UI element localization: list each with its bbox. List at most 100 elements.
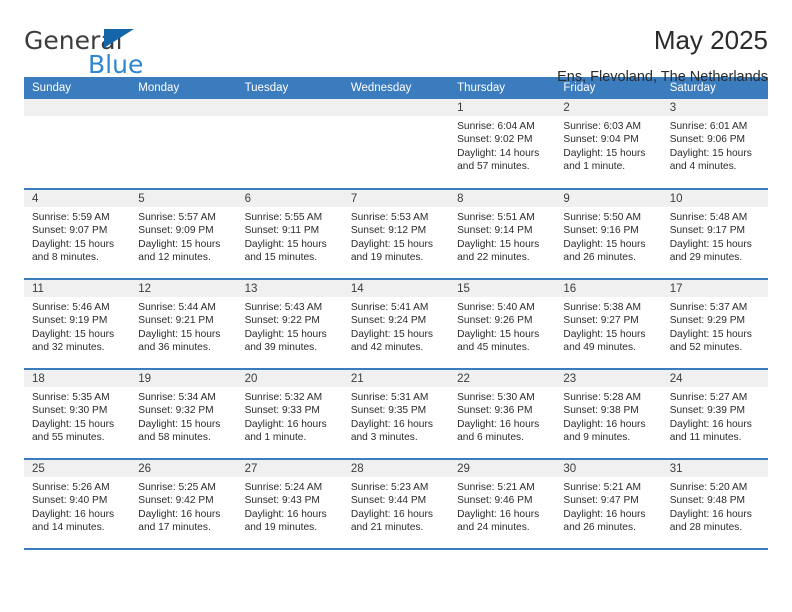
calendar-cell-day[interactable]: 19 Sunrise: 5:34 AM Sunset: 9:32 PM Dayligh… bbox=[130, 369, 237, 460]
calendar-cell-empty bbox=[236, 99, 343, 190]
daylight-text: Daylight: 15 hours and 36 minutes. bbox=[138, 328, 221, 353]
sunrise-text: Sunrise: 5:51 AM bbox=[457, 212, 535, 223]
calendar-cell-day[interactable]: 28 Sunrise: 5:23 AM Sunset: 9:44 PM Dayligh… bbox=[342, 459, 450, 550]
calendar-cell-day[interactable]: 31 Sunrise: 5:20 AM Sunset: 9:48 PM Dayligh… bbox=[661, 459, 768, 550]
sunrise-text: Sunrise: 5:46 AM bbox=[32, 302, 110, 313]
day-details: Sunrise: 5:23 AM Sunset: 9:44 PM Daylight:… bbox=[343, 477, 449, 534]
day-number: 29 bbox=[449, 460, 556, 477]
day-number: 13 bbox=[236, 280, 343, 297]
sunset-text: Sunset: 9:42 PM bbox=[138, 495, 214, 507]
sunrise-text: Sunrise: 5:37 AM bbox=[669, 302, 748, 313]
daylight-text: Daylight: 15 hours and 4 minutes. bbox=[669, 147, 752, 172]
daylight-text: Daylight: 15 hours and 22 minutes. bbox=[457, 238, 540, 263]
sunset-text: Sunset: 9:04 PM bbox=[563, 134, 639, 146]
calendar-cell-inner: 26 Sunrise: 5:25 AM Sunset: 9:42 PM Dayligh… bbox=[130, 460, 237, 548]
calendar-cell-inner: 3 Sunrise: 6:01 AM Sunset: 9:06 PM Daylight… bbox=[661, 99, 768, 188]
daylight-text: Daylight: 16 hours and 6 minutes. bbox=[457, 418, 540, 443]
day-number: 30 bbox=[555, 460, 662, 477]
calendar-cell-inner: 1 Sunrise: 6:04 AM Sunset: 9:02 PM Daylight… bbox=[449, 99, 556, 188]
sunset-text: Sunset: 9:47 PM bbox=[563, 495, 639, 507]
sunrise-text: Sunrise: 5:57 AM bbox=[138, 212, 216, 223]
calendar-cell-day[interactable]: 6 Sunrise: 5:55 AM Sunset: 9:11 PM Daylight… bbox=[236, 189, 343, 280]
calendar-cell-day[interactable]: 9 Sunrise: 5:50 AM Sunset: 9:16 PM Daylight… bbox=[555, 189, 662, 280]
day-details: Sunrise: 5:34 AM Sunset: 9:32 PM Daylight:… bbox=[130, 387, 236, 444]
weekday-header-thursday: Thursday bbox=[449, 77, 556, 99]
sunset-text: Sunset: 9:48 PM bbox=[669, 495, 746, 507]
sunrise-text: Sunrise: 5:59 AM bbox=[32, 212, 110, 223]
calendar-cell-day[interactable]: 5 Sunrise: 5:57 AM Sunset: 9:09 PM Daylight… bbox=[130, 189, 237, 280]
calendar-cell-inner: 7 Sunrise: 5:53 AM Sunset: 9:12 PM Daylight… bbox=[342, 190, 450, 278]
calendar-cell-day[interactable]: 2 Sunrise: 6:03 AM Sunset: 9:04 PM Daylight… bbox=[555, 99, 662, 190]
calendar-cell-day[interactable]: 20 Sunrise: 5:32 AM Sunset: 9:33 PM Dayligh… bbox=[236, 369, 343, 460]
sunset-text: Sunset: 9:06 PM bbox=[669, 134, 746, 146]
calendar-cell-day[interactable]: 18 Sunrise: 5:35 AM Sunset: 9:30 PM Dayligh… bbox=[24, 369, 131, 460]
calendar-cell-inner: 18 Sunrise: 5:35 AM Sunset: 9:30 PM Dayligh… bbox=[24, 370, 131, 458]
sunset-text: Sunset: 9:22 PM bbox=[244, 315, 320, 327]
sunset-text: Sunset: 9:38 PM bbox=[563, 405, 639, 417]
day-number: 1 bbox=[449, 99, 556, 116]
sunrise-text: Sunrise: 5:40 AM bbox=[457, 302, 535, 313]
day-details: Sunrise: 6:04 AM Sunset: 9:02 PM Daylight:… bbox=[449, 116, 555, 173]
calendar-cell-day[interactable]: 4 Sunrise: 5:59 AM Sunset: 9:07 PM Daylight… bbox=[24, 189, 131, 280]
daylight-text: Daylight: 16 hours and 24 minutes. bbox=[457, 508, 540, 533]
day-number: 14 bbox=[342, 280, 450, 297]
calendar-cell-day[interactable]: 7 Sunrise: 5:53 AM Sunset: 9:12 PM Daylight… bbox=[342, 189, 450, 280]
sunrise-text: Sunrise: 5:34 AM bbox=[138, 392, 216, 403]
calendar-cell-day[interactable]: 1 Sunrise: 6:04 AM Sunset: 9:02 PM Daylight… bbox=[449, 99, 556, 190]
calendar-cell-inner: 17 Sunrise: 5:37 AM Sunset: 9:29 PM Dayligh… bbox=[661, 280, 768, 368]
calendar-cell-day[interactable]: 14 Sunrise: 5:41 AM Sunset: 9:24 PM Dayligh… bbox=[342, 279, 450, 370]
day-number: 23 bbox=[555, 370, 662, 387]
daylight-text: Daylight: 16 hours and 3 minutes. bbox=[350, 418, 433, 443]
title-block: May 2025 Ens, Flevoland, The Netherlands bbox=[557, 25, 768, 85]
calendar-cell-day[interactable]: 30 Sunrise: 5:21 AM Sunset: 9:47 PM Dayligh… bbox=[555, 459, 662, 550]
day-number: 9 bbox=[555, 190, 662, 207]
calendar-cell-inner: 4 Sunrise: 5:59 AM Sunset: 9:07 PM Daylight… bbox=[24, 190, 131, 278]
sunset-text: Sunset: 9:44 PM bbox=[350, 495, 427, 507]
calendar-cell-day[interactable]: 10 Sunrise: 5:48 AM Sunset: 9:17 PM Dayligh… bbox=[661, 189, 768, 280]
day-details: Sunrise: 5:43 AM Sunset: 9:22 PM Daylight:… bbox=[237, 297, 343, 354]
daylight-text: Daylight: 15 hours and 45 minutes. bbox=[457, 328, 540, 353]
day-details: Sunrise: 5:38 AM Sunset: 9:27 PM Daylight:… bbox=[555, 297, 661, 354]
calendar-cell-day[interactable]: 26 Sunrise: 5:25 AM Sunset: 9:42 PM Dayligh… bbox=[130, 459, 237, 550]
calendar-cell-day[interactable]: 15 Sunrise: 5:40 AM Sunset: 9:26 PM Dayligh… bbox=[449, 279, 556, 370]
sunrise-text: Sunrise: 6:04 AM bbox=[457, 121, 535, 132]
calendar-cell-day[interactable]: 11 Sunrise: 5:46 AM Sunset: 9:19 PM Dayligh… bbox=[24, 279, 131, 370]
calendar-cell-inner: 2 Sunrise: 6:03 AM Sunset: 9:04 PM Daylight… bbox=[555, 99, 662, 188]
day-details: Sunrise: 5:51 AM Sunset: 9:14 PM Daylight:… bbox=[449, 207, 555, 264]
day-number: 18 bbox=[24, 370, 131, 387]
brand-logo[interactable]: General Blue bbox=[24, 26, 194, 82]
sunset-text: Sunset: 9:02 PM bbox=[457, 134, 533, 146]
day-details: Sunrise: 5:57 AM Sunset: 9:09 PM Daylight:… bbox=[130, 207, 236, 264]
calendar-cell-day[interactable]: 23 Sunrise: 5:28 AM Sunset: 9:38 PM Dayligh… bbox=[555, 369, 662, 460]
calendar-cell-day[interactable]: 17 Sunrise: 5:37 AM Sunset: 9:29 PM Dayligh… bbox=[661, 279, 768, 370]
day-details: Sunrise: 5:20 AM Sunset: 9:48 PM Daylight:… bbox=[662, 477, 768, 534]
daylight-text: Daylight: 15 hours and 15 minutes. bbox=[244, 238, 327, 263]
calendar-cell-day[interactable]: 25 Sunrise: 5:26 AM Sunset: 9:40 PM Dayligh… bbox=[24, 459, 131, 550]
day-number: 22 bbox=[449, 370, 556, 387]
sunset-text: Sunset: 9:17 PM bbox=[669, 225, 746, 237]
calendar-cell-day[interactable]: 8 Sunrise: 5:51 AM Sunset: 9:14 PM Daylight… bbox=[449, 189, 556, 280]
sunset-text: Sunset: 9:14 PM bbox=[457, 225, 533, 237]
calendar-cell-day[interactable]: 16 Sunrise: 5:38 AM Sunset: 9:27 PM Dayligh… bbox=[555, 279, 662, 370]
day-number: 7 bbox=[342, 190, 450, 207]
calendar-cell-day[interactable]: 24 Sunrise: 5:27 AM Sunset: 9:39 PM Dayligh… bbox=[661, 369, 768, 460]
sunset-text: Sunset: 9:35 PM bbox=[350, 405, 427, 417]
daylight-text: Daylight: 15 hours and 1 minute. bbox=[563, 147, 646, 172]
calendar-cell-inner: 10 Sunrise: 5:48 AM Sunset: 9:17 PM Dayligh… bbox=[661, 190, 768, 278]
calendar-cell-day[interactable]: 27 Sunrise: 5:24 AM Sunset: 9:43 PM Dayligh… bbox=[236, 459, 343, 550]
daylight-text: Daylight: 15 hours and 29 minutes. bbox=[669, 238, 752, 263]
calendar-cell-inner: 30 Sunrise: 5:21 AM Sunset: 9:47 PM Dayligh… bbox=[555, 460, 662, 548]
calendar-cell-day[interactable]: 12 Sunrise: 5:44 AM Sunset: 9:21 PM Dayligh… bbox=[130, 279, 237, 370]
day-details: Sunrise: 5:44 AM Sunset: 9:21 PM Daylight:… bbox=[130, 297, 236, 354]
calendar-cell-day[interactable]: 3 Sunrise: 6:01 AM Sunset: 9:06 PM Daylight… bbox=[661, 99, 768, 190]
daylight-text: Daylight: 16 hours and 19 minutes. bbox=[244, 508, 327, 533]
calendar-cell-day[interactable]: 13 Sunrise: 5:43 AM Sunset: 9:22 PM Dayligh… bbox=[236, 279, 343, 370]
calendar-cell-day[interactable]: 21 Sunrise: 5:31 AM Sunset: 9:35 PM Dayligh… bbox=[342, 369, 450, 460]
calendar-cell-day[interactable]: 22 Sunrise: 5:30 AM Sunset: 9:36 PM Dayligh… bbox=[449, 369, 556, 460]
sunrise-text: Sunrise: 5:48 AM bbox=[669, 212, 748, 223]
calendar-cell-inner: 5 Sunrise: 5:57 AM Sunset: 9:09 PM Daylight… bbox=[130, 190, 237, 278]
day-number: 4 bbox=[24, 190, 131, 207]
day-number: 2 bbox=[555, 99, 662, 116]
day-number bbox=[130, 99, 237, 116]
calendar-cell-day[interactable]: 29 Sunrise: 5:21 AM Sunset: 9:46 PM Dayligh… bbox=[449, 459, 556, 550]
